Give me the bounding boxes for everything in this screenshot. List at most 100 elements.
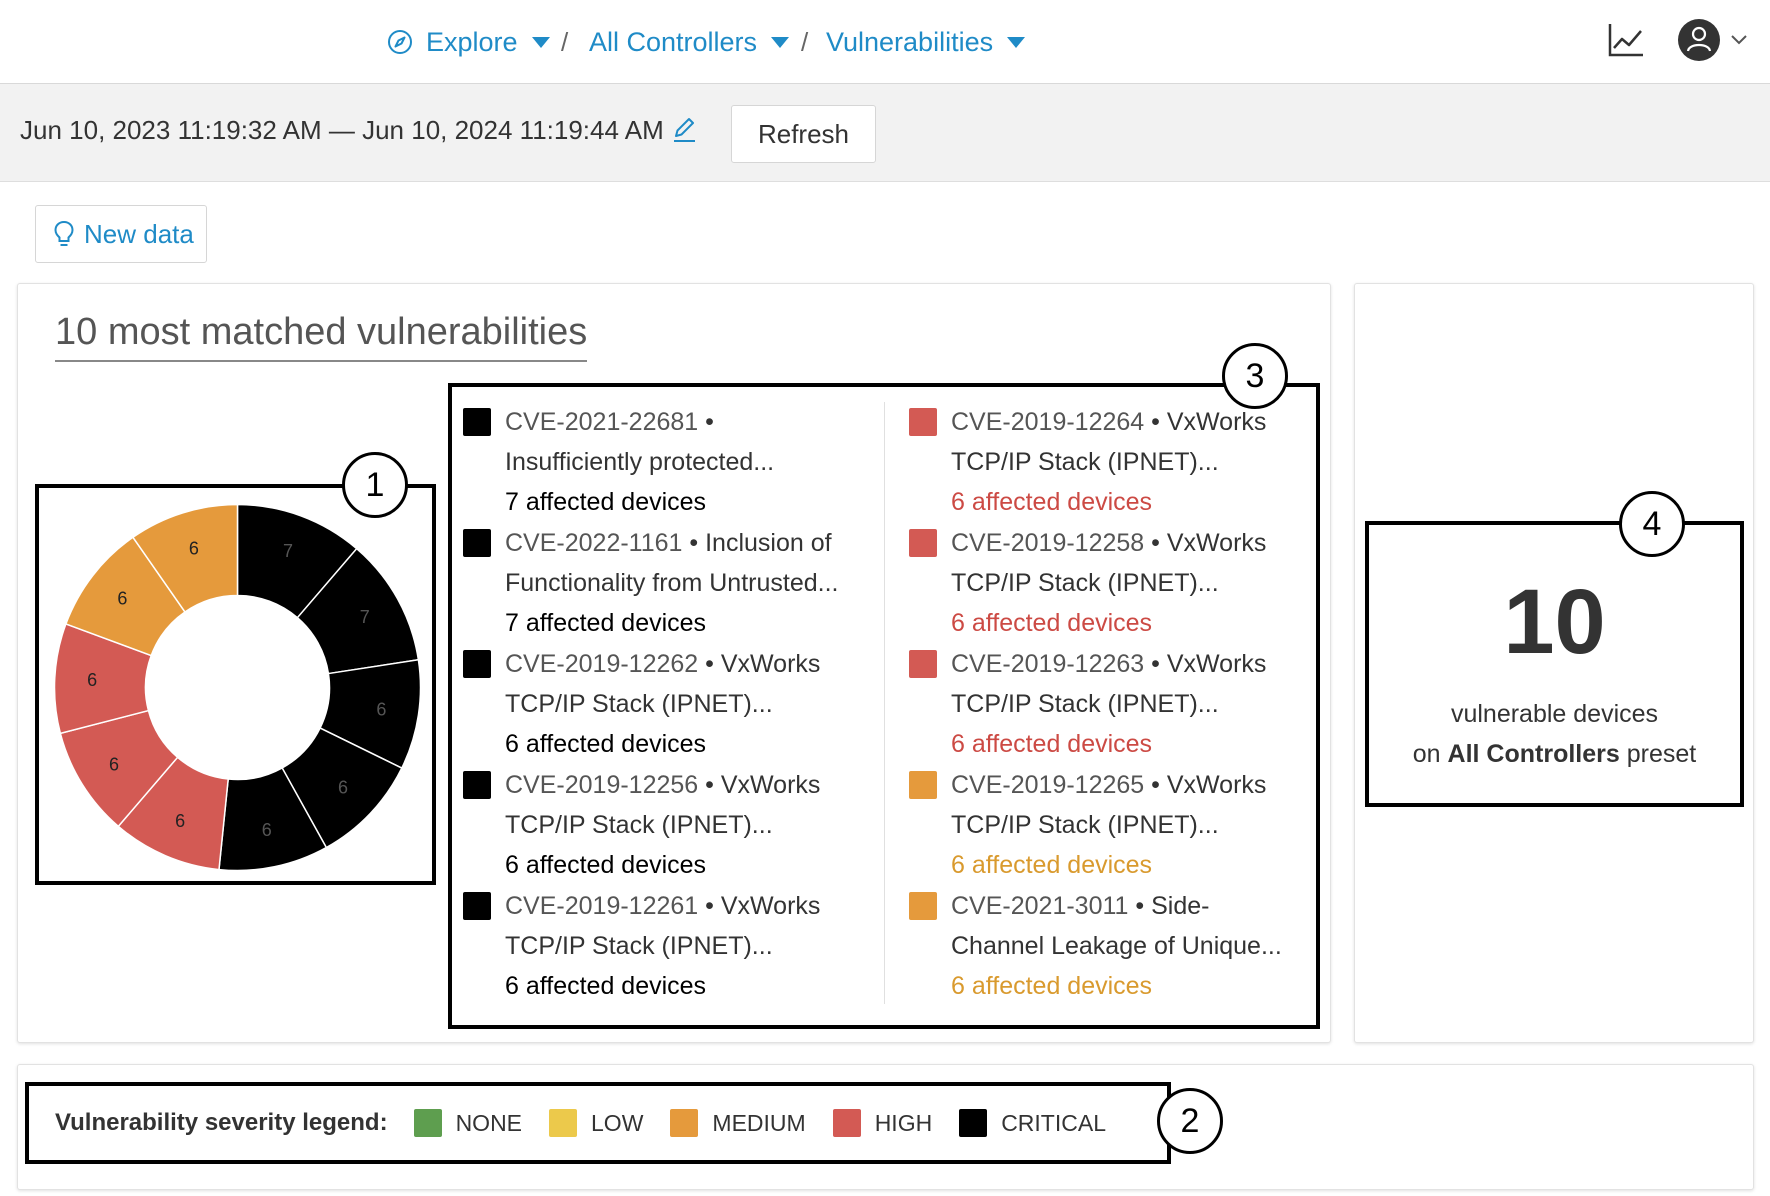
- legend-item-critical: CRITICAL: [959, 1109, 1106, 1137]
- severity-swatch: [909, 529, 937, 557]
- vulnerability-title-rest: • Side-: [1135, 892, 1210, 920]
- vulnerability-list-item[interactable]: CVE-2019-12261 • VxWorks TCP/IP Stack (IP…: [463, 886, 848, 1007]
- vulnerability-description: TCP/IP Stack (IPNET)...: [951, 569, 1219, 597]
- severity-swatch: [909, 892, 937, 920]
- affected-devices-count: 6 affected devices: [951, 488, 1153, 516]
- vulnerability-title-rest: • VxWorks: [1151, 650, 1267, 678]
- legend-item-none: NONE: [413, 1109, 523, 1137]
- affected-devices-count: 7 affected devices: [505, 488, 707, 516]
- legend-label: MEDIUM: [712, 1109, 806, 1136]
- list-divider: [884, 402, 885, 1004]
- donut-segment-label: 6: [109, 754, 119, 774]
- legend-item-medium: MEDIUM: [670, 1109, 806, 1137]
- vulnerability-title-line: CVE-2022-1161 • Inclusion of: [505, 523, 855, 563]
- vulnerability-title-line: CVE-2019-12256 • VxWorks: [505, 765, 855, 805]
- vulnerability-title-rest: • VxWorks: [1151, 771, 1267, 799]
- severity-swatch: [909, 408, 937, 436]
- severity-legend: Vulnerability severity legend: NONE LOW ME…: [55, 1104, 1133, 1142]
- vulnerability-list-item[interactable]: CVE-2019-12265 • VxWorks TCP/IP Stack (IP…: [909, 765, 1294, 886]
- vulnerability-title-line: CVE-2019-12265 • VxWorks: [951, 765, 1301, 805]
- cve-id: CVE-2019-12264: [951, 408, 1145, 436]
- vulnerability-text: CVE-2019-12263 • VxWorks TCP/IP Stack (IP…: [951, 644, 1301, 764]
- date-range-text: Jun 10, 2023 11:19:32 AM — Jun 10, 2024 …: [20, 115, 664, 145]
- count-preset-prefix: on: [1412, 740, 1441, 768]
- donut-segment-label: 6: [175, 811, 185, 831]
- donut-segment-label: 7: [283, 541, 293, 561]
- breadcrumb-vulnerabilities-label: Vulnerabilities: [826, 26, 994, 57]
- severity-swatch: [463, 892, 491, 920]
- vulnerability-description: TCP/IP Stack (IPNET)...: [951, 448, 1219, 476]
- cve-id: CVE-2019-12263: [951, 650, 1145, 678]
- new-data-label: New data: [84, 218, 194, 249]
- legend-item-low: LOW: [549, 1109, 643, 1137]
- severity-swatch: [909, 771, 937, 799]
- vulnerability-text: CVE-2019-12265 • VxWorks TCP/IP Stack (IP…: [951, 765, 1301, 885]
- refresh-button[interactable]: Refresh: [731, 105, 876, 163]
- panel-title[interactable]: 10 most matched vulnerabilities: [55, 311, 588, 362]
- vulnerability-title-line: CVE-2019-12263 • VxWorks: [951, 644, 1301, 684]
- callout-badge: 3: [1222, 343, 1288, 409]
- donut-segment-label: 6: [262, 820, 272, 840]
- breadcrumb-separator: /: [561, 27, 569, 57]
- user-avatar-icon: [1678, 19, 1720, 61]
- vulnerable-device-count: 10: [1503, 571, 1606, 673]
- donut-segment-label: 6: [189, 539, 199, 559]
- affected-devices-count: 6 affected devices: [951, 730, 1153, 758]
- lightbulb-icon: [54, 220, 74, 246]
- legend-label: HIGH: [874, 1109, 933, 1136]
- vulnerability-list-item[interactable]: CVE-2022-1161 • Inclusion of Functionalit…: [463, 523, 848, 644]
- breadcrumb-vulnerabilities[interactable]: Vulnerabilities: [826, 22, 1026, 62]
- vulnerability-description: TCP/IP Stack (IPNET)...: [505, 811, 773, 839]
- vulnerability-list-item[interactable]: CVE-2021-22681 • Insufficiently protected…: [463, 402, 848, 523]
- vulnerability-list-item[interactable]: CVE-2019-12264 • VxWorks TCP/IP Stack (IP…: [909, 402, 1294, 523]
- vulnerability-list-item[interactable]: CVE-2021-3011 • Side- Channel Leakage of …: [909, 886, 1294, 1007]
- vulnerability-description: TCP/IP Stack (IPNET)...: [951, 690, 1219, 718]
- vulnerability-title-rest: • VxWorks: [705, 771, 821, 799]
- vulnerability-list-item[interactable]: CVE-2019-12256 • VxWorks TCP/IP Stack (IP…: [463, 765, 848, 886]
- cve-id: CVE-2019-12265: [951, 771, 1145, 799]
- callout-badge: 1: [342, 452, 408, 518]
- severity-swatch: [909, 650, 937, 678]
- caret-down-icon: [771, 36, 790, 48]
- vulnerability-text: CVE-2022-1161 • Inclusion of Functionalit…: [505, 523, 855, 643]
- donut-segment-label: 6: [376, 700, 386, 720]
- legend-swatch: [670, 1109, 699, 1137]
- vulnerability-text: CVE-2019-12258 • VxWorks TCP/IP Stack (IP…: [951, 523, 1301, 643]
- legend-title: Vulnerability severity legend:: [55, 1109, 388, 1136]
- user-menu-button[interactable]: [1677, 17, 1757, 63]
- legend-swatch: [959, 1109, 988, 1137]
- legend-swatch: [832, 1109, 861, 1137]
- vulnerability-title-rest: • VxWorks: [1151, 529, 1267, 557]
- vulnerability-title-line: CVE-2019-12261 • VxWorks: [505, 886, 855, 926]
- new-data-button[interactable]: New data: [35, 205, 207, 263]
- vulnerability-list-item[interactable]: CVE-2019-12262 • VxWorks TCP/IP Stack (IP…: [463, 644, 848, 765]
- donut-segment-label: 7: [360, 607, 370, 627]
- vulnerability-title-rest: • VxWorks: [705, 650, 821, 678]
- breadcrumb-controllers[interactable]: All Controllers: [589, 22, 790, 62]
- cve-id: CVE-2019-12258: [951, 529, 1145, 557]
- breadcrumb-explore-label: Explore: [426, 26, 518, 57]
- count-preset-caption: on All Controllers preset: [1365, 740, 1744, 769]
- vulnerability-list-item[interactable]: CVE-2019-12263 • VxWorks TCP/IP Stack (IP…: [909, 644, 1294, 765]
- severity-swatch: [463, 650, 491, 678]
- vulnerability-donut-chart[interactable]: 7 7 6 6 6 6 6 6 6 6: [50, 500, 425, 875]
- line-chart-icon[interactable]: [1606, 20, 1646, 60]
- count-caption: vulnerable devices: [1450, 700, 1659, 728]
- vulnerability-list-item[interactable]: CVE-2019-12258 • VxWorks TCP/IP Stack (IP…: [909, 523, 1294, 644]
- pencil-edit-icon[interactable]: [668, 114, 700, 146]
- caret-down-icon: [531, 36, 550, 48]
- vulnerability-text: CVE-2021-22681 • Insufficiently protected…: [505, 402, 855, 522]
- legend-label: LOW: [591, 1109, 644, 1136]
- affected-devices-count: 6 affected devices: [505, 972, 707, 1000]
- vulnerability-title-rest: •: [705, 408, 714, 436]
- compass-icon: [388, 30, 412, 54]
- vulnerability-description: Functionality from Untrusted...: [505, 569, 839, 597]
- severity-swatch: [463, 771, 491, 799]
- donut-segment-label: 6: [87, 670, 97, 690]
- breadcrumb-explore[interactable]: Explore: [386, 22, 550, 62]
- legend-label: NONE: [455, 1109, 523, 1136]
- affected-devices-count: 6 affected devices: [951, 609, 1153, 637]
- vulnerability-text: CVE-2019-12262 • VxWorks TCP/IP Stack (IP…: [505, 644, 855, 764]
- vulnerability-title-line: CVE-2019-12262 • VxWorks: [505, 644, 855, 684]
- vulnerability-title-line: CVE-2021-3011 • Side-: [951, 886, 1301, 926]
